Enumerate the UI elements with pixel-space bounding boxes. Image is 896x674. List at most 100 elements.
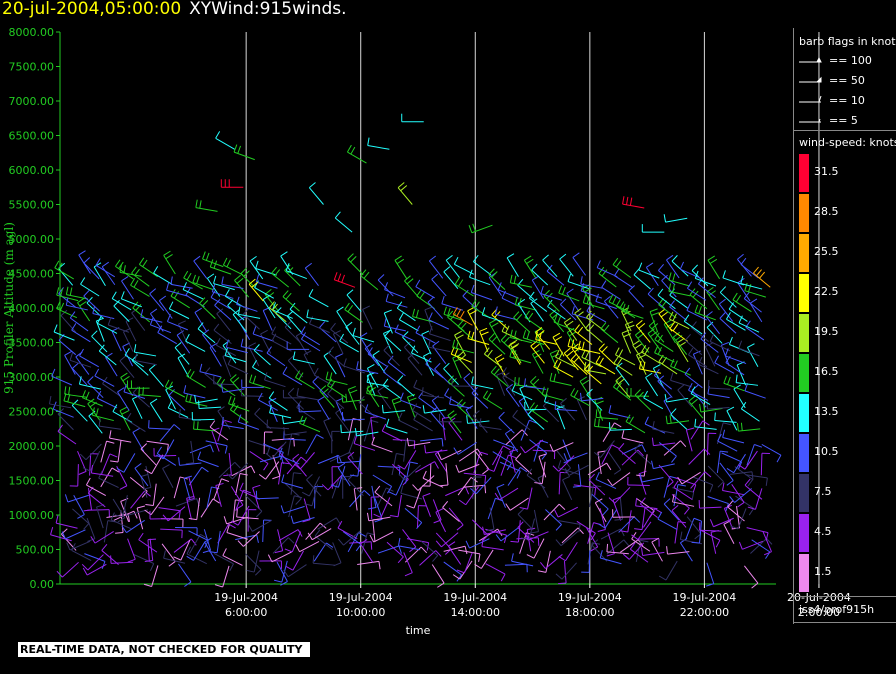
wind-barb (404, 507, 423, 529)
x-tick-date: 19-Jul-2004 (329, 591, 393, 604)
wind-barb (101, 453, 118, 475)
wind-barb (191, 411, 215, 421)
wind-barb (313, 542, 334, 562)
wind-barb (422, 492, 432, 517)
wind-barb (225, 339, 248, 354)
wind-barb (333, 272, 356, 288)
wind-barb (423, 352, 435, 376)
wind-barb (202, 251, 224, 268)
wind-barb (706, 321, 723, 344)
wind-barb (450, 346, 472, 363)
legend-divider (794, 622, 896, 623)
x-axis-label: time (406, 624, 431, 637)
wind-barb (299, 415, 321, 433)
wind-barb (131, 307, 146, 331)
wind-barb (401, 113, 424, 123)
wind-barb (302, 498, 311, 523)
wind-barb (280, 505, 305, 514)
wind-barb (121, 276, 134, 300)
wind-barb (374, 485, 393, 507)
wind-barb (117, 387, 130, 411)
wind-barb (465, 538, 490, 549)
x-tick-time: 6:00:00 (225, 606, 267, 619)
wind-barb (444, 388, 464, 407)
wind-barb (495, 527, 519, 542)
quality-disclaimer: REAL-TIME DATA, NOT CHECKED FOR QUALITY (18, 642, 311, 657)
wind-barb (194, 307, 207, 332)
wind-barb (671, 505, 687, 528)
wind-barb (273, 560, 288, 583)
wind-barb (736, 422, 761, 432)
y-tick-label: 8000.00 (9, 26, 55, 39)
wind-barb (200, 498, 220, 518)
wind-barb (144, 454, 164, 475)
y-tick-label: 2500.00 (9, 406, 55, 419)
wind-barb (621, 444, 646, 455)
speed-label: 13.5 (814, 405, 839, 418)
wind-barb (666, 546, 690, 555)
speed-label: 4.5 (814, 525, 832, 538)
wind-barb (94, 368, 115, 387)
wind-barb (394, 255, 408, 280)
wind-barb (217, 523, 236, 544)
wind-barb (700, 332, 719, 353)
wind-barb (286, 310, 303, 334)
wind-barb (127, 538, 136, 563)
wind-barb (77, 450, 87, 475)
wind-barb (621, 329, 632, 354)
wind-barb (71, 543, 92, 561)
wind-barb (183, 475, 192, 500)
wind-barb (634, 389, 652, 411)
wind-barb (685, 427, 695, 452)
wind-barb (343, 358, 365, 374)
wind-barb (175, 527, 198, 536)
wind-barb (312, 375, 329, 398)
wind-barb (635, 497, 658, 510)
wind-barb (110, 440, 122, 463)
wind-barb (511, 553, 534, 567)
wind-barb (625, 414, 646, 434)
wind-barb (743, 565, 759, 589)
wind-barb (148, 420, 171, 430)
wind-barb (397, 375, 415, 397)
wind-barb (638, 262, 660, 279)
wind-barb (133, 344, 157, 357)
wind-barb (55, 515, 78, 529)
wind-barb (498, 411, 515, 434)
wind-barb (504, 563, 528, 573)
wind-barb (558, 520, 581, 533)
wind-barb (392, 439, 416, 449)
wind-barb (371, 436, 393, 453)
wind-barb (549, 349, 560, 374)
barb-key-header: barb flags in knots (799, 35, 896, 48)
wind-barb (472, 476, 482, 499)
wind-barb-plot: 0.00500.001000.001500.002000.002500.0030… (2, 26, 851, 637)
speed-label: 16.5 (814, 365, 839, 378)
wind-barb (537, 550, 551, 573)
wind-barb (594, 418, 617, 430)
wind-barb (162, 464, 174, 488)
wind-barb (582, 294, 605, 310)
wind-barb (562, 476, 573, 501)
speed-swatch (799, 314, 809, 352)
wind-barb (418, 390, 437, 411)
wind-barb (366, 385, 389, 399)
wind-barb (613, 356, 633, 376)
wind-barb (738, 340, 760, 357)
wind-barb (467, 306, 479, 331)
wind-barb (220, 179, 244, 188)
wind-barb (658, 464, 674, 488)
wind-barb (370, 416, 379, 440)
wind-barb (385, 293, 408, 308)
wind-barb (195, 199, 218, 212)
wind-barb (403, 552, 413, 577)
wind-barb (209, 530, 221, 554)
wind-barb (199, 363, 222, 378)
wind-barb (553, 359, 574, 378)
wind-barb (517, 278, 535, 301)
wind-barb (600, 322, 619, 344)
wind-barb (266, 346, 286, 367)
wind-barb (563, 452, 588, 462)
x-tick-time: 10:00:00 (336, 606, 385, 619)
x-tick-time: 18:00:00 (565, 606, 614, 619)
